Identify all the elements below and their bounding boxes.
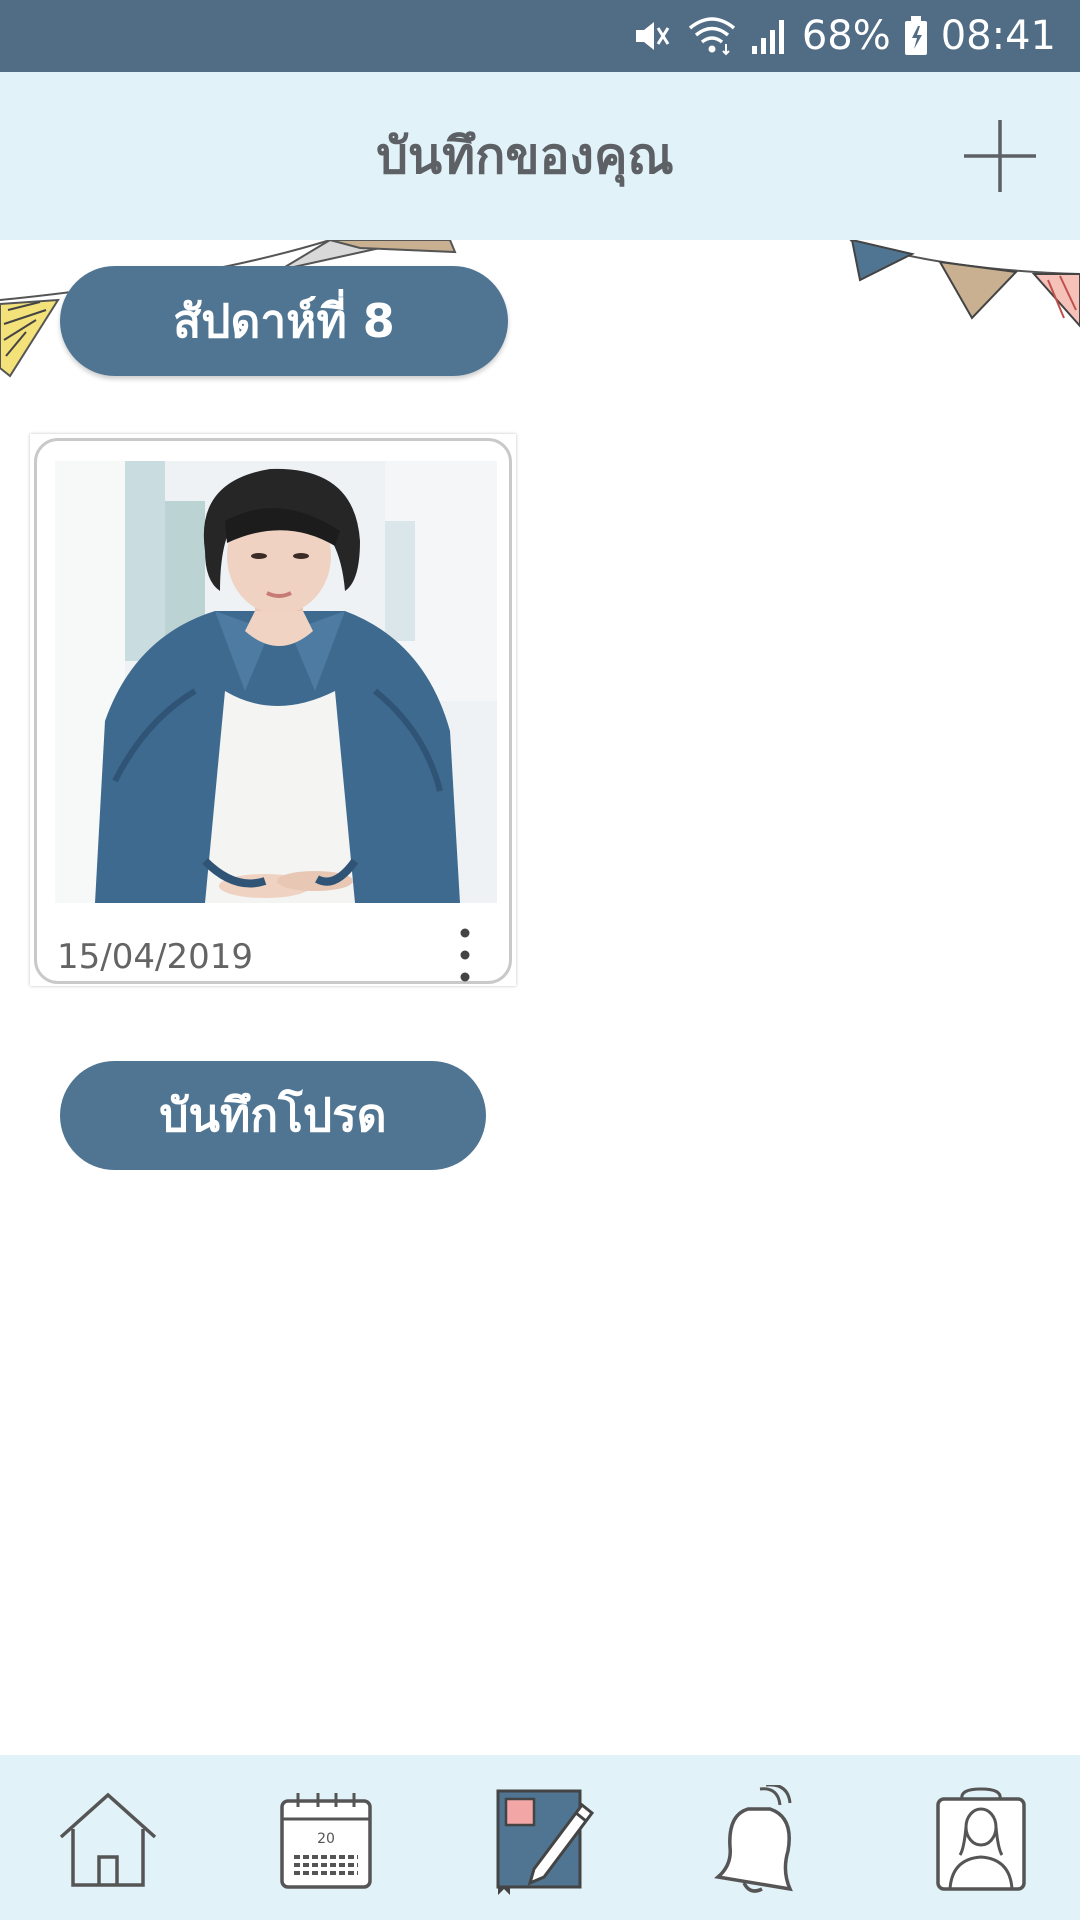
nav-home[interactable] (53, 1785, 163, 1895)
clock: 08:41 (940, 13, 1056, 59)
add-note-button[interactable] (960, 116, 1040, 196)
note-photo (55, 461, 497, 903)
week-label: สัปดาห์ที่ 8 (60, 266, 508, 376)
nav-notifications[interactable] (708, 1785, 818, 1895)
profile-icon (936, 1787, 1026, 1891)
nav-notes[interactable] (488, 1785, 598, 1895)
calendar-icon: 20 (280, 1793, 372, 1889)
note-date: 15/04/2019 (57, 937, 253, 977)
plus-icon (964, 120, 1036, 192)
note-card[interactable]: 15/04/2019 (30, 434, 516, 986)
status-icons: 68% 08:41 (630, 0, 1056, 72)
nav-calendar[interactable]: 20 (270, 1785, 380, 1895)
notebook-edit-icon (496, 1789, 595, 1895)
battery-percent: 68% (801, 13, 891, 59)
note-card-frame: 15/04/2019 (34, 438, 512, 984)
battery-icon (903, 14, 929, 58)
card-more-button[interactable] (455, 927, 475, 983)
status-bar: 68% 08:41 (0, 0, 1080, 72)
mute-icon (630, 14, 674, 58)
more-vertical-icon (460, 928, 470, 982)
wifi-icon (686, 14, 738, 58)
calendar-day: 20 (317, 1831, 335, 1847)
bottom-nav: 20 (0, 1755, 1080, 1920)
favorite-notes-button[interactable]: บันทึกโปรด (60, 1061, 486, 1170)
nav-profile[interactable] (926, 1785, 1036, 1895)
bell-icon (714, 1785, 793, 1893)
signal-icon (750, 14, 790, 58)
page-title: บันทึกของคุณ (376, 127, 674, 185)
app-header: บันทึกของคุณ (0, 72, 1080, 240)
home-icon (59, 1792, 157, 1887)
screen: 68% 08:41 บันทึกของคุณ สัปดาห์ที่ 8 15/0… (0, 0, 1080, 1920)
